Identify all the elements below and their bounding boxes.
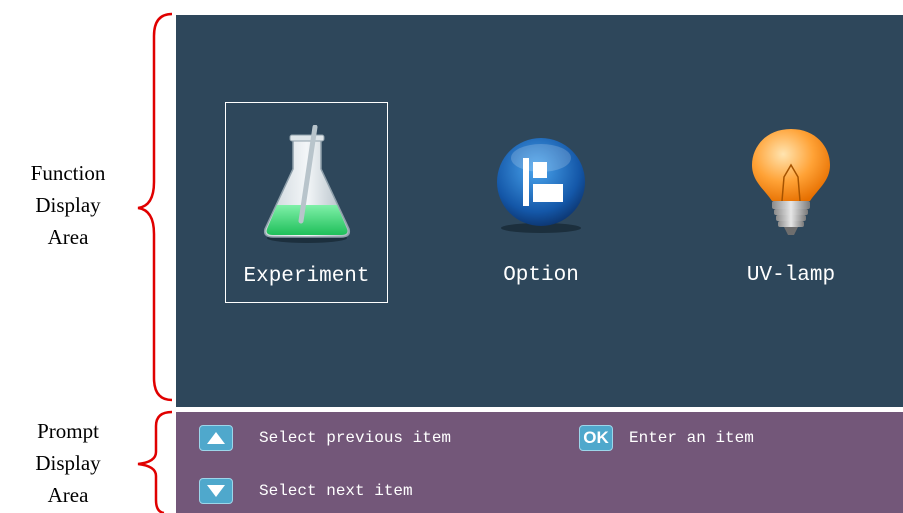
- prompt-area-brace: [137, 410, 173, 513]
- function-label-line-1: Function: [30, 161, 106, 185]
- prompt-label-line-3: Area: [47, 483, 89, 507]
- bulb-icon: [752, 129, 830, 235]
- flask-icon: [263, 125, 351, 243]
- function-display-area-label: Function Display Area: [12, 157, 124, 253]
- function-area-brace: [137, 12, 173, 402]
- prompt-select-previous: Select previous item: [199, 425, 451, 451]
- option-icon: [497, 138, 585, 233]
- function-label-line-2: Display: [35, 193, 101, 217]
- triangle-down-icon: [207, 485, 225, 497]
- ok-key-icon: OK: [579, 425, 613, 451]
- menu-item-label: Experiment: [243, 265, 370, 288]
- menu-item-label: Option: [503, 264, 579, 287]
- menu-item-uv-lamp[interactable]: UV-lamp: [701, 105, 881, 300]
- prompt-display-area: Select previous item OK Enter an item Se…: [176, 412, 903, 513]
- prompt-label-line-2: Display: [35, 451, 101, 475]
- down-arrow-key-icon: [199, 478, 233, 504]
- triangle-up-icon: [207, 432, 225, 444]
- prompt-display-area-label: Prompt Display Area: [12, 415, 124, 511]
- function-label-line-3: Area: [47, 225, 89, 249]
- prompt-previous-text: Select previous item: [259, 429, 452, 447]
- prompt-select-next: Select next item: [199, 478, 413, 504]
- prompt-enter-item: OK Enter an item: [579, 425, 754, 451]
- function-display-area: Experiment Option UV-lamp: [176, 15, 903, 407]
- prompt-next-text: Select next item: [259, 482, 413, 500]
- menu-item-option[interactable]: Option: [451, 105, 631, 300]
- up-arrow-key-icon: [199, 425, 233, 451]
- prompt-enter-text: Enter an item: [629, 429, 754, 447]
- prompt-label-line-1: Prompt: [37, 419, 99, 443]
- menu-item-experiment[interactable]: Experiment: [225, 102, 388, 303]
- menu-item-label: UV-lamp: [746, 264, 836, 287]
